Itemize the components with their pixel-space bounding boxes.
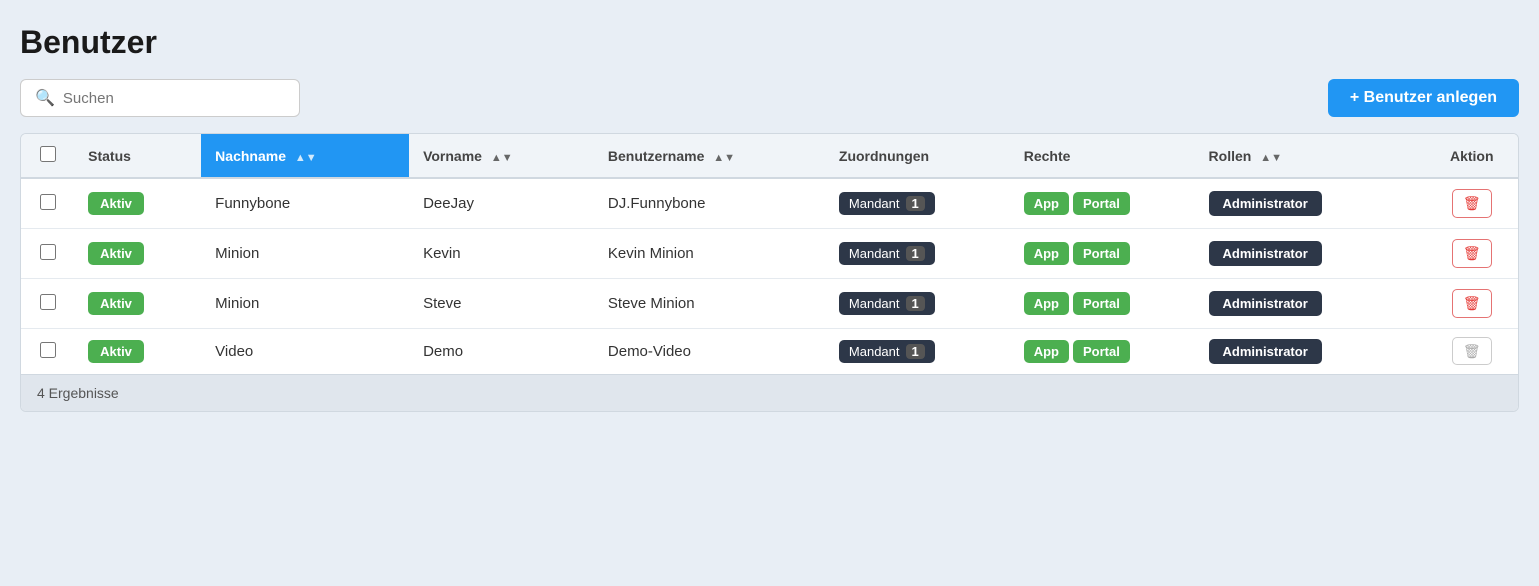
row-benutzername-3: Demo-Video	[594, 329, 825, 375]
sort-arrows-nachname: ▲▼	[295, 152, 317, 164]
row-nachname-1: Minion	[201, 229, 409, 279]
mandant-badge-0: Mandant 1	[839, 192, 935, 215]
rechte-badge-0-1: Portal	[1073, 192, 1130, 215]
table-row: Aktiv Funnybone DeeJay DJ.Funnybone Mand…	[21, 178, 1518, 229]
admin-badge-3: Administrator	[1209, 339, 1322, 364]
table-header: Status Nachname ▲▼ Vorname ▲▼ Benutzerna…	[21, 134, 1518, 178]
sort-arrows-rollen: ▲▼	[1260, 152, 1282, 164]
col-vorname[interactable]: Vorname ▲▼	[409, 134, 594, 178]
mandant-badge-3: Mandant 1	[839, 340, 935, 363]
search-box[interactable]: 🔍	[20, 79, 300, 117]
row-zuordnung-2: Mandant 1	[825, 279, 1010, 329]
page-title: Benutzer	[20, 24, 1519, 61]
rechte-badge-3-0: App	[1024, 340, 1069, 363]
rechte-badge-2-0: App	[1024, 292, 1069, 315]
row-aktion-3: 🗑	[1426, 329, 1518, 375]
sort-arrows-vorname: ▲▼	[491, 152, 513, 164]
row-vorname-2: Steve	[409, 279, 594, 329]
table-row: Aktiv Minion Kevin Kevin Minion Mandant …	[21, 229, 1518, 279]
status-badge-1: Aktiv	[88, 242, 144, 265]
row-status-1: Aktiv	[74, 229, 201, 279]
row-aktion-0: 🗑	[1426, 178, 1518, 229]
delete-button-1[interactable]: 🗑	[1452, 239, 1492, 268]
row-checkbox-3[interactable]	[40, 342, 56, 358]
row-checkbox-0[interactable]	[40, 194, 56, 210]
row-checkbox-2[interactable]	[40, 294, 56, 310]
row-status-0: Aktiv	[74, 178, 201, 229]
search-icon: 🔍	[35, 88, 55, 108]
users-table: Status Nachname ▲▼ Vorname ▲▼ Benutzerna…	[21, 134, 1518, 374]
row-benutzername-0: DJ.Funnybone	[594, 178, 825, 229]
row-checkbox-cell[interactable]	[21, 178, 74, 229]
status-badge-2: Aktiv	[88, 292, 144, 315]
row-vorname-3: Demo	[409, 329, 594, 375]
row-rolle-3: Administrator	[1195, 329, 1426, 375]
rechte-badge-3-1: Portal	[1073, 340, 1130, 363]
col-rechte: Rechte	[1010, 134, 1195, 178]
row-rechte-0: AppPortal	[1010, 178, 1195, 229]
row-rechte-2: AppPortal	[1010, 279, 1195, 329]
sort-arrows-benutzername: ▲▼	[713, 152, 735, 164]
row-rechte-1: AppPortal	[1010, 229, 1195, 279]
col-benutzername[interactable]: Benutzername ▲▼	[594, 134, 825, 178]
mandant-badge-1: Mandant 1	[839, 242, 935, 265]
admin-badge-2: Administrator	[1209, 291, 1322, 316]
col-status: Status	[74, 134, 201, 178]
col-zuordnungen: Zuordnungen	[825, 134, 1010, 178]
mandant-badge-2: Mandant 1	[839, 292, 935, 315]
row-rolle-1: Administrator	[1195, 229, 1426, 279]
row-vorname-1: Kevin	[409, 229, 594, 279]
row-nachname-2: Minion	[201, 279, 409, 329]
col-aktion: Aktion	[1426, 134, 1518, 178]
row-nachname-0: Funnybone	[201, 178, 409, 229]
row-checkbox-1[interactable]	[40, 244, 56, 260]
row-aktion-1: 🗑	[1426, 229, 1518, 279]
row-status-3: Aktiv	[74, 329, 201, 375]
row-zuordnung-3: Mandant 1	[825, 329, 1010, 375]
status-badge-0: Aktiv	[88, 192, 144, 215]
select-all-checkbox[interactable]	[40, 146, 56, 162]
col-rollen[interactable]: Rollen ▲▼	[1195, 134, 1426, 178]
row-zuordnung-1: Mandant 1	[825, 229, 1010, 279]
col-nachname[interactable]: Nachname ▲▼	[201, 134, 409, 178]
result-count: 4 Ergebnisse	[21, 374, 1518, 411]
row-rolle-2: Administrator	[1195, 279, 1426, 329]
rechte-badge-2-1: Portal	[1073, 292, 1130, 315]
row-aktion-2: 🗑	[1426, 279, 1518, 329]
admin-badge-0: Administrator	[1209, 191, 1322, 216]
rechte-badge-0-0: App	[1024, 192, 1069, 215]
users-table-container: Status Nachname ▲▼ Vorname ▲▼ Benutzerna…	[20, 133, 1519, 412]
row-rechte-3: AppPortal	[1010, 329, 1195, 375]
row-checkbox-cell[interactable]	[21, 329, 74, 375]
table-body: Aktiv Funnybone DeeJay DJ.Funnybone Mand…	[21, 178, 1518, 374]
rechte-badge-1-0: App	[1024, 242, 1069, 265]
row-benutzername-2: Steve Minion	[594, 279, 825, 329]
toolbar: 🔍 + Benutzer anlegen	[20, 79, 1519, 117]
rechte-badge-1-1: Portal	[1073, 242, 1130, 265]
admin-badge-1: Administrator	[1209, 241, 1322, 266]
row-checkbox-cell[interactable]	[21, 229, 74, 279]
delete-button-disabled-3: 🗑	[1452, 337, 1492, 365]
table-row: Aktiv Video Demo Demo-Video Mandant 1 Ap…	[21, 329, 1518, 375]
status-badge-3: Aktiv	[88, 340, 144, 363]
delete-button-0[interactable]: 🗑	[1452, 189, 1492, 218]
row-checkbox-cell[interactable]	[21, 279, 74, 329]
row-rolle-0: Administrator	[1195, 178, 1426, 229]
row-zuordnung-0: Mandant 1	[825, 178, 1010, 229]
row-benutzername-1: Kevin Minion	[594, 229, 825, 279]
add-user-button[interactable]: + Benutzer anlegen	[1328, 79, 1519, 117]
table-row: Aktiv Minion Steve Steve Minion Mandant …	[21, 279, 1518, 329]
search-input[interactable]	[63, 90, 285, 107]
row-status-2: Aktiv	[74, 279, 201, 329]
row-nachname-3: Video	[201, 329, 409, 375]
select-all-header[interactable]	[21, 134, 74, 178]
delete-button-2[interactable]: 🗑	[1452, 289, 1492, 318]
row-vorname-0: DeeJay	[409, 178, 594, 229]
